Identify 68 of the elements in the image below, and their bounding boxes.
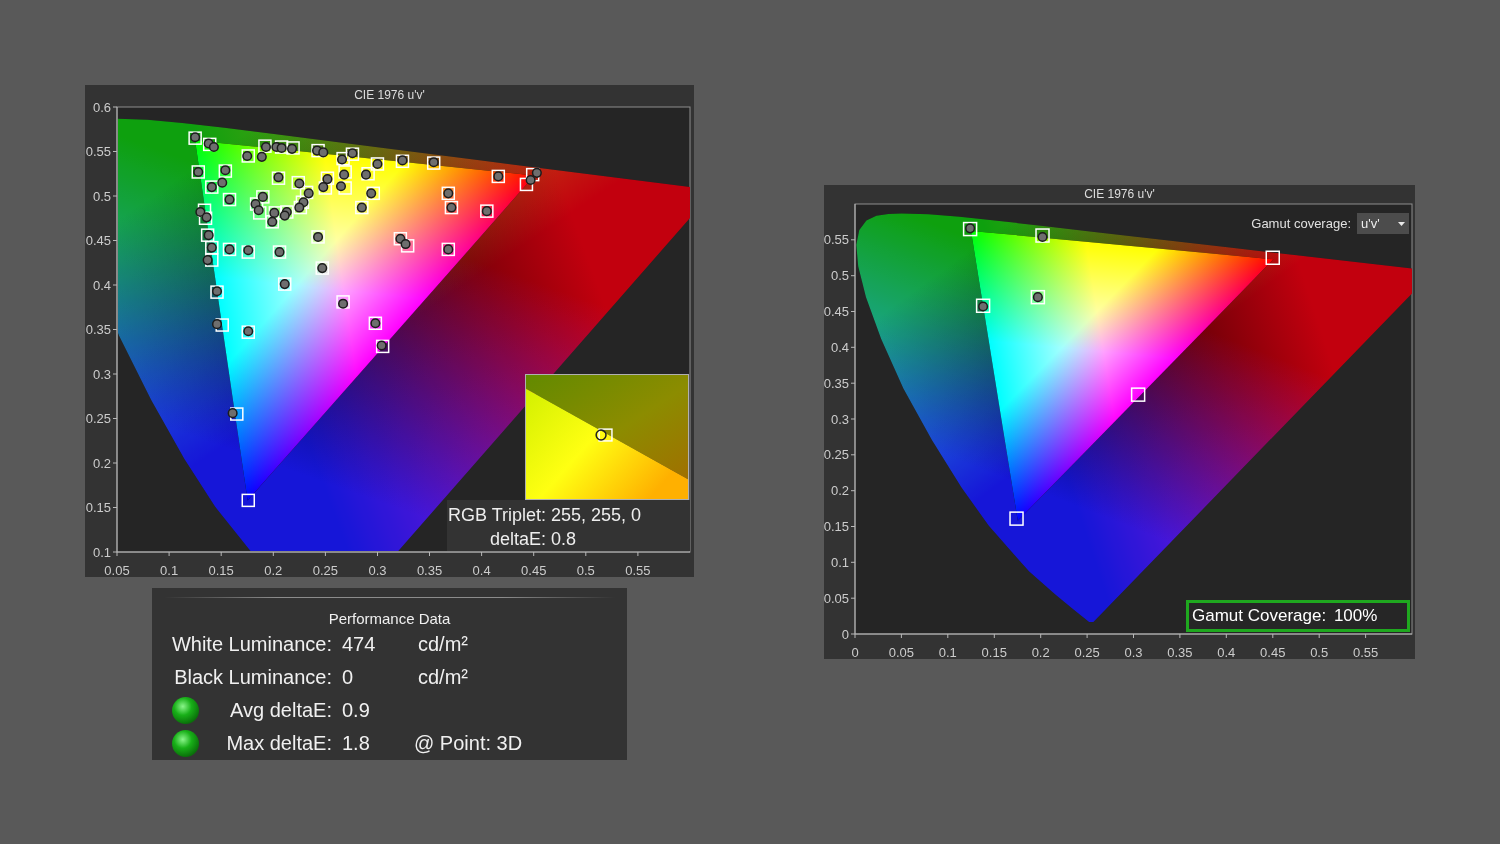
x-tick-label: 0.55 <box>625 562 651 578</box>
x-tick-label: 0.45 <box>1260 644 1286 660</box>
x-tick-label: 0.15 <box>208 562 234 578</box>
gamut-coverage-label: Gamut coverage: <box>1251 216 1351 231</box>
metric-value: 1.8 <box>342 732 370 755</box>
y-tick-label: 0.35 <box>85 322 111 338</box>
x-tick-label: 0.2 <box>1031 644 1050 660</box>
x-tick-label: 0.3 <box>1124 644 1143 660</box>
x-tick-label: 0.5 <box>576 562 595 578</box>
y-tick-label: 0.35 <box>823 375 849 391</box>
y-tick-label: 0.25 <box>823 447 849 463</box>
y-tick-label: 0.45 <box>823 304 849 320</box>
delta-e-label: deltaE: 0.8 <box>490 528 577 551</box>
gamut-coverage-dropdown[interactable]: u'v' <box>1357 213 1409 234</box>
y-tick-label: 0.3 <box>92 366 111 382</box>
metric-label: Black Luminance: <box>174 666 332 689</box>
metric-label: White Luminance: <box>171 633 332 656</box>
x-tick-label: 0.55 <box>1352 644 1379 660</box>
chart-title: CIE 1976 u'v' <box>354 88 425 102</box>
x-tick-label: 0.25 <box>1074 644 1100 660</box>
worst-point-label: @ Point: 3D <box>414 732 523 755</box>
metric-value: 474 <box>342 633 376 656</box>
chart-title: CIE 1976 u'v' <box>1084 187 1155 201</box>
unit-label: cd/m² <box>418 633 468 656</box>
metric-label: Avg deltaE: <box>230 699 332 722</box>
y-tick-label: 0.1 <box>92 544 111 560</box>
y-tick-label: 0.55 <box>85 144 111 160</box>
x-tick-label: 0.05 <box>104 562 130 578</box>
y-tick-label: 0.6 <box>92 99 111 115</box>
x-tick-label: 0.15 <box>981 644 1007 660</box>
x-tick-label: 0.1 <box>938 644 957 660</box>
x-tick-label: 0.45 <box>521 562 547 578</box>
y-tick-label: 0.4 <box>92 277 111 293</box>
y-tick-label: 0 <box>841 626 849 642</box>
y-tick-label: 0.5 <box>830 268 849 284</box>
y-tick-label: 0.55 <box>823 232 849 248</box>
x-tick-label: 0 <box>851 644 859 660</box>
y-tick-label: 0.3 <box>830 411 849 427</box>
x-tick-label: 0.25 <box>312 562 338 578</box>
metric-label: Max deltaE: <box>226 732 332 755</box>
x-tick-label: 0.4 <box>472 562 491 578</box>
y-tick-label: 0.4 <box>830 339 849 355</box>
y-tick-label: 0.5 <box>92 188 111 204</box>
unit-label: cd/m² <box>418 666 468 689</box>
target-marker <box>598 428 613 442</box>
y-tick-label: 0.45 <box>85 233 111 249</box>
performance-title: Performance Data <box>328 610 451 628</box>
x-tick-label: 0.3 <box>368 562 387 578</box>
x-tick-label: 0.4 <box>1217 644 1236 660</box>
x-tick-label: 0.05 <box>888 644 915 660</box>
y-tick-label: 0.15 <box>823 519 849 535</box>
y-tick-label: 0.1 <box>830 554 849 570</box>
x-tick-label: 0.1 <box>160 562 179 578</box>
x-tick-label: 0.2 <box>264 562 283 578</box>
caret-icon <box>1398 221 1405 226</box>
x-tick-label: 0.35 <box>1167 644 1193 660</box>
metric-value: 0 <box>342 666 354 689</box>
y-tick-label: 0.2 <box>830 483 849 499</box>
x-tick-label: 0.5 <box>1310 644 1329 660</box>
y-tick-label: 0.15 <box>85 500 111 516</box>
y-tick-label: 0.05 <box>823 590 849 606</box>
rgb-triplet-label: RGB Triplet: 255, 255, 0 <box>448 504 642 527</box>
metric-value: 0.9 <box>342 699 370 722</box>
gamut-coverage-readout: Gamut Coverage: 100% <box>1186 600 1410 632</box>
x-tick-label: 0.35 <box>416 562 443 578</box>
y-tick-label: 0.25 <box>85 411 111 427</box>
y-tick-label: 0.2 <box>92 455 111 471</box>
measured-point <box>595 429 607 441</box>
